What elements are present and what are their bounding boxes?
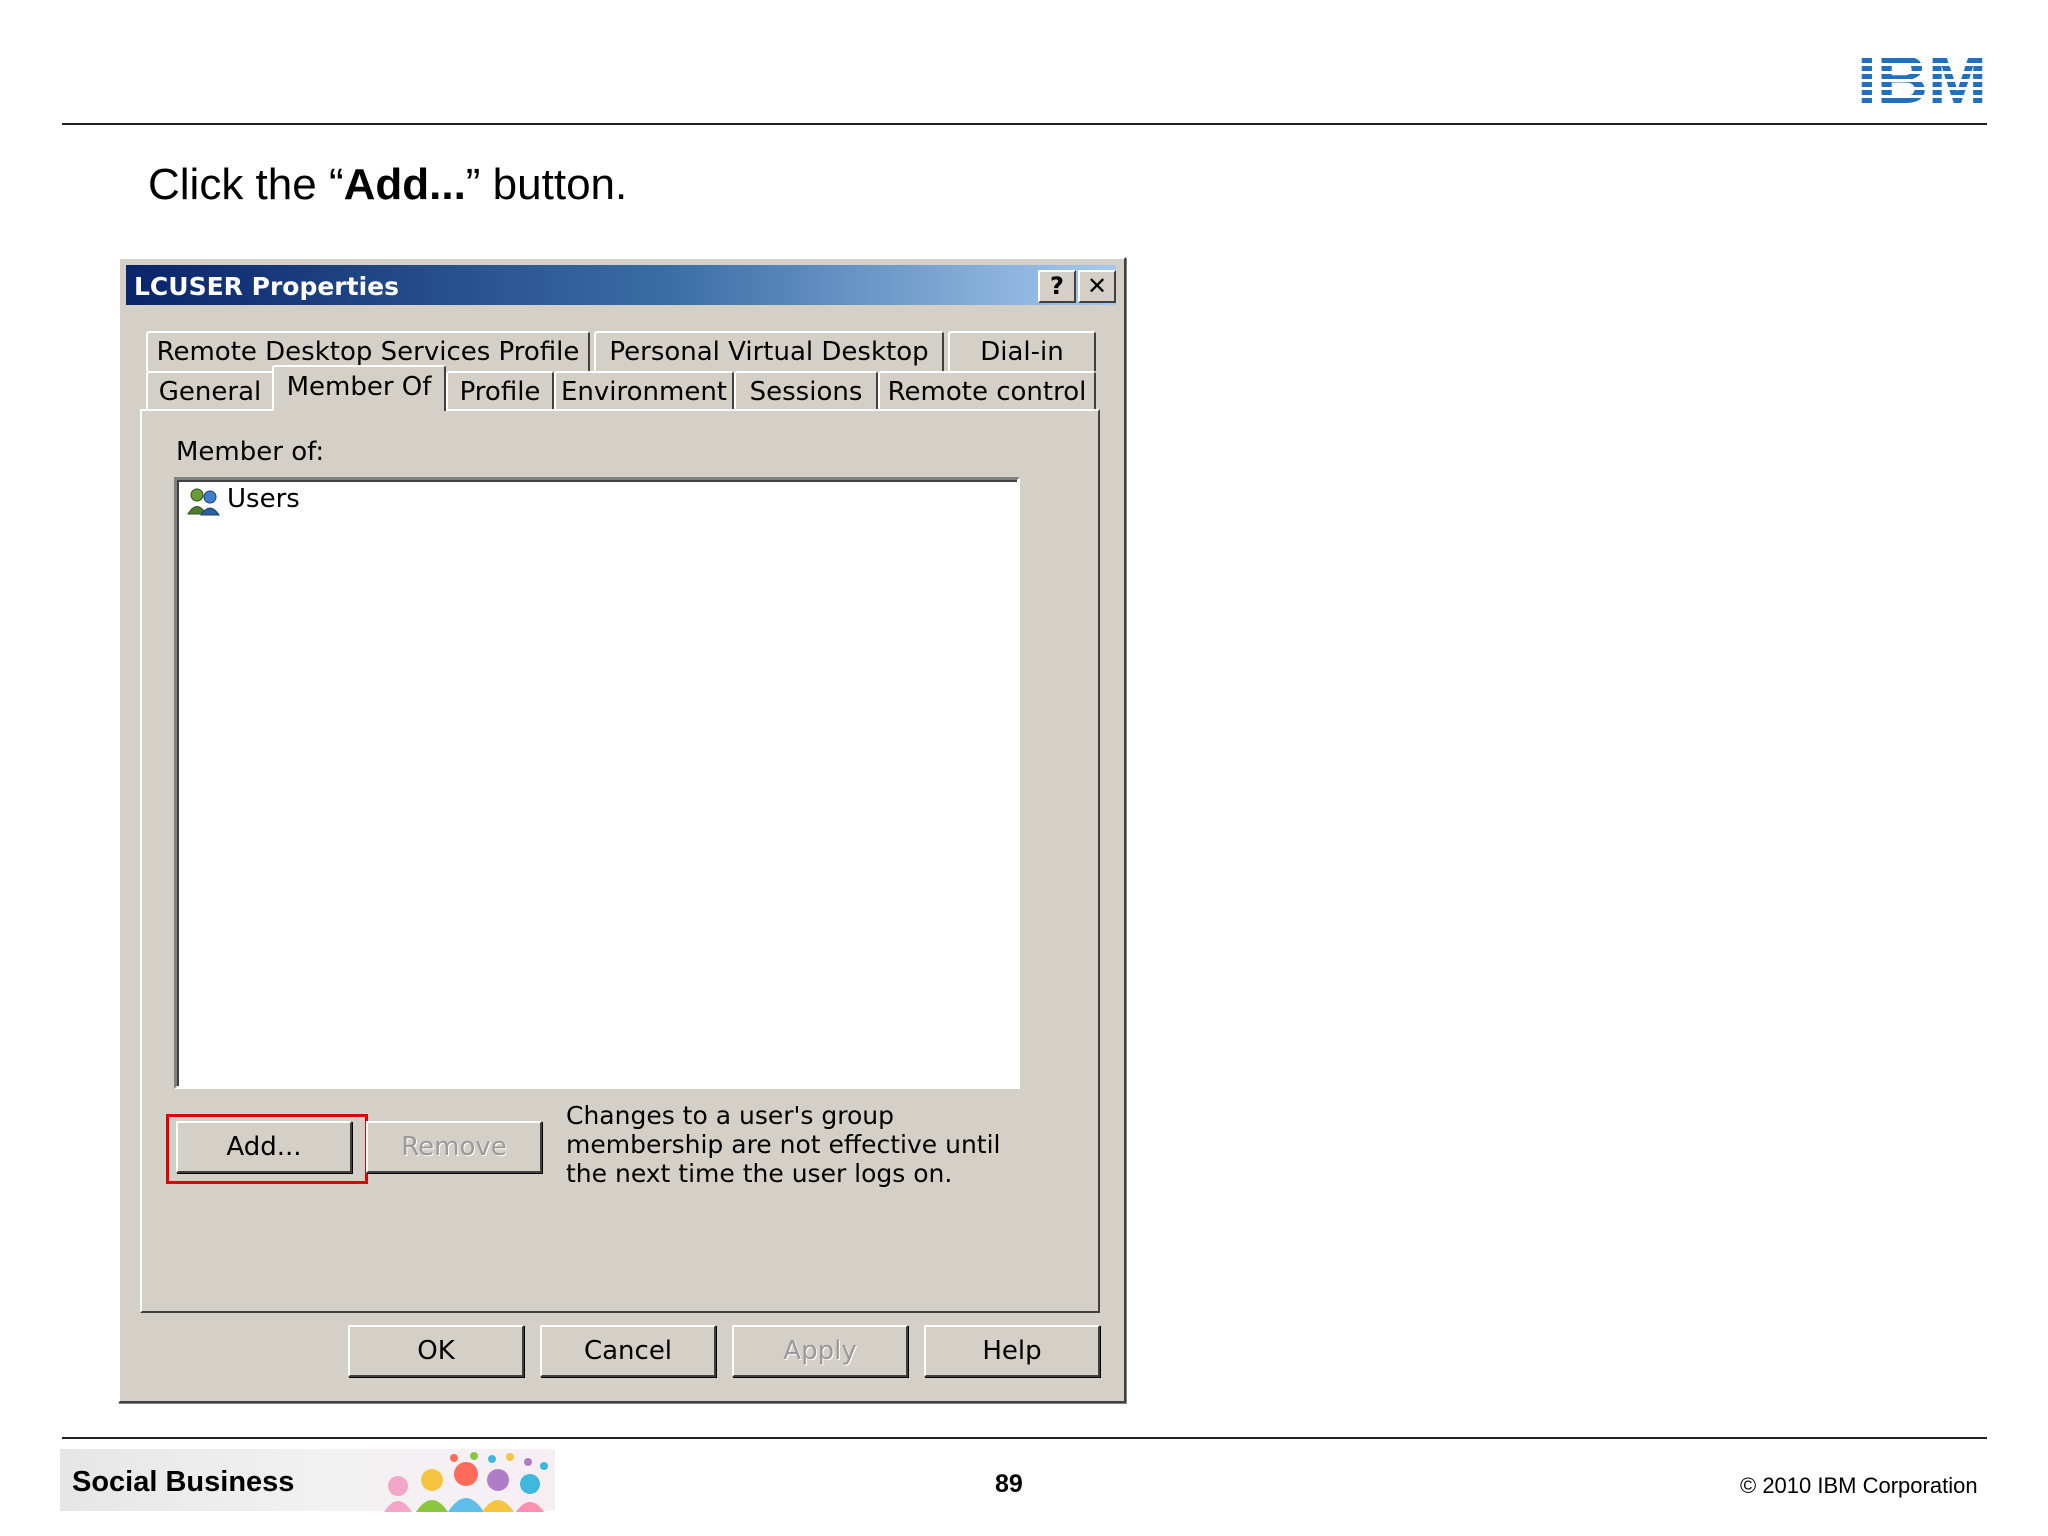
dialog-title: LCUSER Properties [134, 272, 399, 301]
member-of-list[interactable]: Users [174, 477, 1020, 1089]
svg-text:IBM: IBM [1857, 50, 1987, 106]
apply-button[interactable]: Apply [732, 1325, 908, 1377]
people-illustration-icon [384, 1452, 548, 1512]
close-icon[interactable]: ✕ [1078, 270, 1116, 303]
tab-environment[interactable]: Environment [554, 371, 734, 411]
properties-dialog: LCUSER Properties ? ✕ Remote Desktop Ser… [118, 257, 1126, 1403]
help-icon[interactable]: ? [1038, 270, 1076, 303]
dialog-titlebar[interactable]: LCUSER Properties ? ✕ [126, 265, 1116, 305]
tab-personal-virtual-desktop[interactable]: Personal Virtual Desktop [594, 331, 944, 371]
membership-note: Changes to a user's group membership are… [566, 1101, 1001, 1188]
instruction-text: Click the “Add...” button. [148, 160, 628, 209]
cancel-button[interactable]: Cancel [540, 1325, 716, 1377]
social-business-label: Social Business [72, 1466, 295, 1498]
tab-sessions[interactable]: Sessions [734, 371, 878, 411]
header-divider [62, 123, 1987, 125]
list-item[interactable]: Users [177, 480, 1017, 520]
ok-button[interactable]: OK [348, 1325, 524, 1377]
copyright-text: © 2010 IBM Corporation [1740, 1473, 1978, 1498]
member-name: Users [227, 484, 300, 514]
group-icon [187, 488, 220, 516]
tab-member-of[interactable]: Member Of [272, 365, 446, 411]
help-button[interactable]: Help [924, 1325, 1100, 1377]
ibm-logo: IBM [1857, 50, 1987, 106]
footer-divider [62, 1437, 1987, 1439]
tab-dial-in[interactable]: Dial-in [948, 331, 1096, 371]
add-button[interactable]: Add... [176, 1121, 352, 1173]
page-number: 89 [995, 1470, 1023, 1498]
tab-profile[interactable]: Profile [446, 371, 554, 411]
remove-button[interactable]: Remove [366, 1121, 542, 1173]
tab-general[interactable]: General [146, 371, 274, 411]
tab-remote-control[interactable]: Remote control [878, 371, 1096, 411]
member-of-label: Member of: [176, 437, 325, 467]
